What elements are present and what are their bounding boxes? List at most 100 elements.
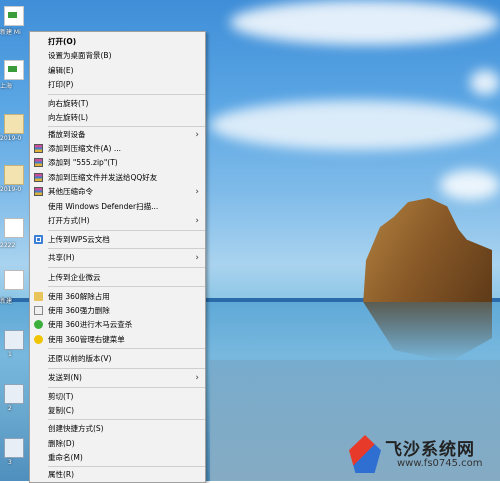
- cloud: [440, 170, 500, 200]
- menu-item-label: 打开方式(H): [48, 216, 90, 225]
- desktop-icon-label: 2019-0: [0, 135, 22, 142]
- chevron-right-icon: ›: [195, 252, 199, 263]
- menu-item-label: 还原以前的版本(V): [48, 354, 112, 363]
- menu-item-defender[interactable]: 使用 Windows Defender扫描...: [30, 200, 205, 213]
- watermark-title: 飞沙系统网: [385, 440, 475, 460]
- menu-item-360-unlock[interactable]: 使用 360解除占用: [30, 290, 205, 303]
- menu-separator: [48, 248, 205, 249]
- winrar-icon: [34, 158, 43, 167]
- menu-separator: [48, 387, 205, 388]
- chevron-right-icon: ›: [195, 372, 199, 383]
- menu-item-label: 使用 360进行木马云查杀: [48, 320, 133, 329]
- menu-item-label: 上传到WPS云文档: [48, 235, 110, 244]
- menu-separator: [48, 126, 205, 127]
- desktop-file-icon[interactable]: [4, 60, 24, 80]
- menu-item-enterprise-cloud[interactable]: 上传到企业微云: [30, 271, 205, 284]
- site-watermark: 飞沙系统网 www.fs0745.com: [349, 433, 499, 477]
- desktop-icon-label: 2222: [0, 242, 16, 249]
- winrar-icon: [34, 187, 43, 196]
- menu-item-label: 创建快捷方式(S): [48, 424, 104, 433]
- menu-item-label: 上传到企业微云: [48, 273, 101, 282]
- desktop-file-icon[interactable]: [4, 6, 24, 26]
- cloud: [210, 100, 500, 150]
- menu-item-copy[interactable]: 复制(C): [30, 404, 205, 417]
- watermark-url: www.fs0745.com: [397, 458, 483, 469]
- menu-item-360-trojan-scan[interactable]: 使用 360进行木马云查杀: [30, 318, 205, 331]
- menu-item-restore-version[interactable]: 还原以前的版本(V): [30, 352, 205, 365]
- chevron-right-icon: ›: [195, 186, 199, 197]
- rock-formation: [363, 198, 492, 302]
- desktop-file-icon[interactable]: [4, 438, 24, 458]
- shredder-icon: [34, 306, 43, 315]
- menu-item-open[interactable]: 打开(O): [30, 35, 205, 48]
- wps-cloud-icon: [34, 235, 43, 244]
- menu-item-label: 添加到 "555.zip"(T): [48, 158, 118, 167]
- menu-item-label: 向左旋转(L): [48, 113, 89, 122]
- desktop-icon-label: 上海: [0, 83, 13, 90]
- desktop-file-icon[interactable]: [4, 270, 24, 290]
- desktop-icon-label: 2: [8, 405, 12, 412]
- menu-item-label: 属性(R): [48, 470, 75, 479]
- menu-item-label: 使用 360强力删除: [48, 306, 110, 315]
- menu-item-delete[interactable]: 删除(D): [30, 437, 205, 450]
- menu-separator: [48, 94, 205, 95]
- menu-item-wps-upload[interactable]: 上传到WPS云文档: [30, 233, 205, 246]
- menu-item-rotate-left[interactable]: 向左旋转(L): [30, 111, 205, 124]
- cloud: [230, 0, 500, 45]
- desktop-folder-icon[interactable]: [4, 114, 24, 134]
- desktop-file-icon[interactable]: [4, 218, 24, 238]
- menu-item-send-to[interactable]: 发送到(N) ›: [30, 371, 205, 384]
- menu-item-label: 其他压缩命令: [48, 187, 93, 196]
- menu-item-properties[interactable]: 属性(R): [30, 468, 205, 481]
- menu-item-rotate-right[interactable]: 向右旋转(T): [30, 97, 205, 110]
- fs-logo-icon: [349, 435, 381, 473]
- desktop-icon-label: 1: [8, 351, 12, 358]
- menu-item-add-archive[interactable]: 添加到压缩文件(A) ...: [30, 142, 205, 155]
- 360-security-icon: [34, 335, 43, 344]
- menu-separator: [48, 286, 205, 287]
- menu-item-label: 播放到设备: [48, 130, 86, 139]
- desktop-file-icon[interactable]: [4, 330, 24, 350]
- menu-item-print[interactable]: 打印(P): [30, 78, 205, 91]
- menu-item-label: 复制(C): [48, 406, 75, 415]
- menu-separator: [48, 368, 205, 369]
- menu-item-add-qq[interactable]: 添加到压缩文件并发送给QQ好友: [30, 171, 205, 184]
- desktop-folder-icon[interactable]: [4, 165, 24, 185]
- menu-separator: [48, 230, 205, 231]
- menu-item-label: 打印(P): [48, 80, 74, 89]
- menu-item-share[interactable]: 共享(H) ›: [30, 251, 205, 264]
- desktop-file-icon[interactable]: [4, 384, 24, 404]
- menu-item-label: 添加到压缩文件(A) ...: [48, 144, 122, 153]
- chevron-right-icon: ›: [195, 129, 199, 140]
- chevron-right-icon: ›: [195, 215, 199, 226]
- menu-item-label: 共享(H): [48, 253, 75, 262]
- winrar-icon: [34, 173, 43, 182]
- menu-item-label: 发送到(N): [48, 373, 82, 382]
- menu-item-create-shortcut[interactable]: 创建快捷方式(S): [30, 422, 205, 435]
- menu-item-set-background[interactable]: 设置为桌面背景(B): [30, 49, 205, 62]
- desktop-icon-label: 新建: [0, 298, 13, 305]
- menu-item-label: 向右旋转(T): [48, 99, 89, 108]
- menu-item-other-compress[interactable]: 其他压缩命令 ›: [30, 185, 205, 198]
- menu-separator: [48, 419, 205, 420]
- winrar-icon: [34, 144, 43, 153]
- menu-item-label: 添加到压缩文件并发送给QQ好友: [48, 173, 158, 182]
- menu-item-edit[interactable]: 编辑(E): [30, 64, 205, 77]
- menu-item-cast[interactable]: 播放到设备 ›: [30, 128, 205, 141]
- menu-item-open-with[interactable]: 打开方式(H) ›: [30, 214, 205, 227]
- 360-security-icon: [34, 320, 43, 329]
- menu-separator: [48, 267, 205, 268]
- menu-item-rename[interactable]: 重命名(M): [30, 451, 205, 464]
- menu-item-add-zip[interactable]: 添加到 "555.zip"(T): [30, 156, 205, 169]
- menu-item-360-manage-menu[interactable]: 使用 360管理右键菜单: [30, 333, 205, 346]
- menu-item-label: 使用 Windows Defender扫描...: [48, 202, 159, 211]
- menu-item-label: 剪切(T): [48, 392, 74, 401]
- menu-item-360-force-delete[interactable]: 使用 360强力删除: [30, 304, 205, 317]
- menu-item-cut[interactable]: 剪切(T): [30, 390, 205, 403]
- menu-item-label: 设置为桌面背景(B): [48, 51, 112, 60]
- desktop-icon-label: 新建 Mi: [0, 29, 21, 36]
- menu-separator: [48, 348, 205, 349]
- menu-item-label: 重命名(M): [48, 453, 83, 462]
- menu-item-label: 打开(O): [48, 37, 77, 46]
- desktop-icon-label: 2019-0: [0, 186, 22, 193]
